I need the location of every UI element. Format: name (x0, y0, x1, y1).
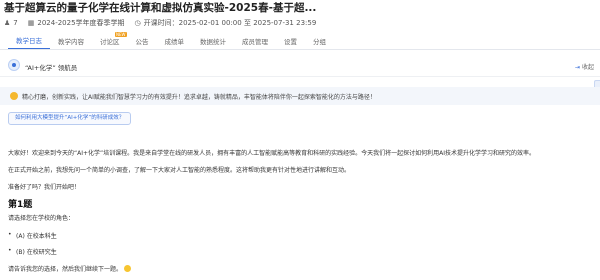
clock-icon: ◷ (134, 19, 141, 27)
tab-members[interactable]: 成员管理 (234, 36, 276, 49)
assistant-header: “AI+化学” 领航员 ⇥ 收起 (0, 55, 600, 77)
tab-statistics[interactable]: 数据统计 (192, 36, 234, 49)
collapse-button[interactable]: ⇥ 收起 (575, 62, 594, 71)
question-title: 第1题 (8, 200, 33, 210)
option-a: (A) 在校本科生 (8, 231, 57, 240)
term-label: ▦ 2024-2025学年度春季学期 (27, 19, 125, 27)
course-tabs: 教学日志 教学内容 讨论区 NEW 公告 成绩单 数据统计 成员管理 设置 分组 (0, 32, 600, 50)
tab-teaching-content[interactable]: 教学内容 (50, 36, 92, 49)
tab-announcements[interactable]: 公告 (128, 36, 157, 49)
smile-emoji-icon (124, 265, 132, 272)
collapse-icon: ⇥ (574, 64, 580, 71)
option-b: (B) 在校研究生 (8, 247, 57, 256)
ready-text: 准备好了吗？我们开始吧！ (8, 184, 81, 191)
tab-teaching-log[interactable]: 教学日志 (8, 35, 50, 49)
footer-text: 请告诉我您的选择，然后我们继续下一题。 (8, 264, 132, 273)
intro-text: 大家好！欢迎来到今天的“AI+化学”培训课程。我是来自学堂在线的研发人员，拥有丰… (8, 150, 535, 157)
new-badge: NEW (115, 32, 127, 37)
question-text: 请选择您在学校的角色： (8, 215, 75, 222)
tab-discussion[interactable]: 讨论区 NEW (92, 32, 128, 49)
calendar-icon: ▦ (27, 19, 35, 27)
tab-gradebook[interactable]: 成绩单 (157, 36, 193, 49)
welcome-banner: 精心打磨，创新实践，让AI赋能我们智慧学习力的有效提升！追求卓越，铸就精品，丰智… (0, 87, 600, 105)
assistant-name: “AI+化学” 领航员 (25, 64, 78, 72)
user-icon: ♟ (4, 19, 11, 27)
date-range: ◷ 开课时间：2025-02-01 00:00 至 2025-07-31 23:5… (134, 19, 317, 27)
page-title: 基于超算云的量子化学在线计算和虚拟仿真实验-2025春-基于超... (4, 2, 317, 14)
intro-text-2: 在正式开始之前，我想先问一个简单的小调查，了解一下大家对人工智能的熟悉程度。这将… (8, 167, 351, 174)
tab-groups[interactable]: 分组 (305, 36, 334, 49)
welcome-text: 精心打磨，创新实践，让AI赋能我们智慧学习力的有效提升！追求卓越，铸就精品，丰智… (22, 94, 376, 101)
member-count: ♟ 7 (4, 19, 18, 27)
smile-icon (10, 92, 18, 100)
assistant-avatar-icon (8, 59, 20, 71)
tab-settings[interactable]: 设置 (276, 36, 305, 49)
course-meta: ♟ 7 ▦ 2024-2025学年度春季学期 ◷ 开课时间：2025-02-01 00… (4, 18, 316, 28)
suggested-question-chip[interactable]: 如何利用大模型提升“AI+化学”的科研成效？ (8, 112, 132, 125)
